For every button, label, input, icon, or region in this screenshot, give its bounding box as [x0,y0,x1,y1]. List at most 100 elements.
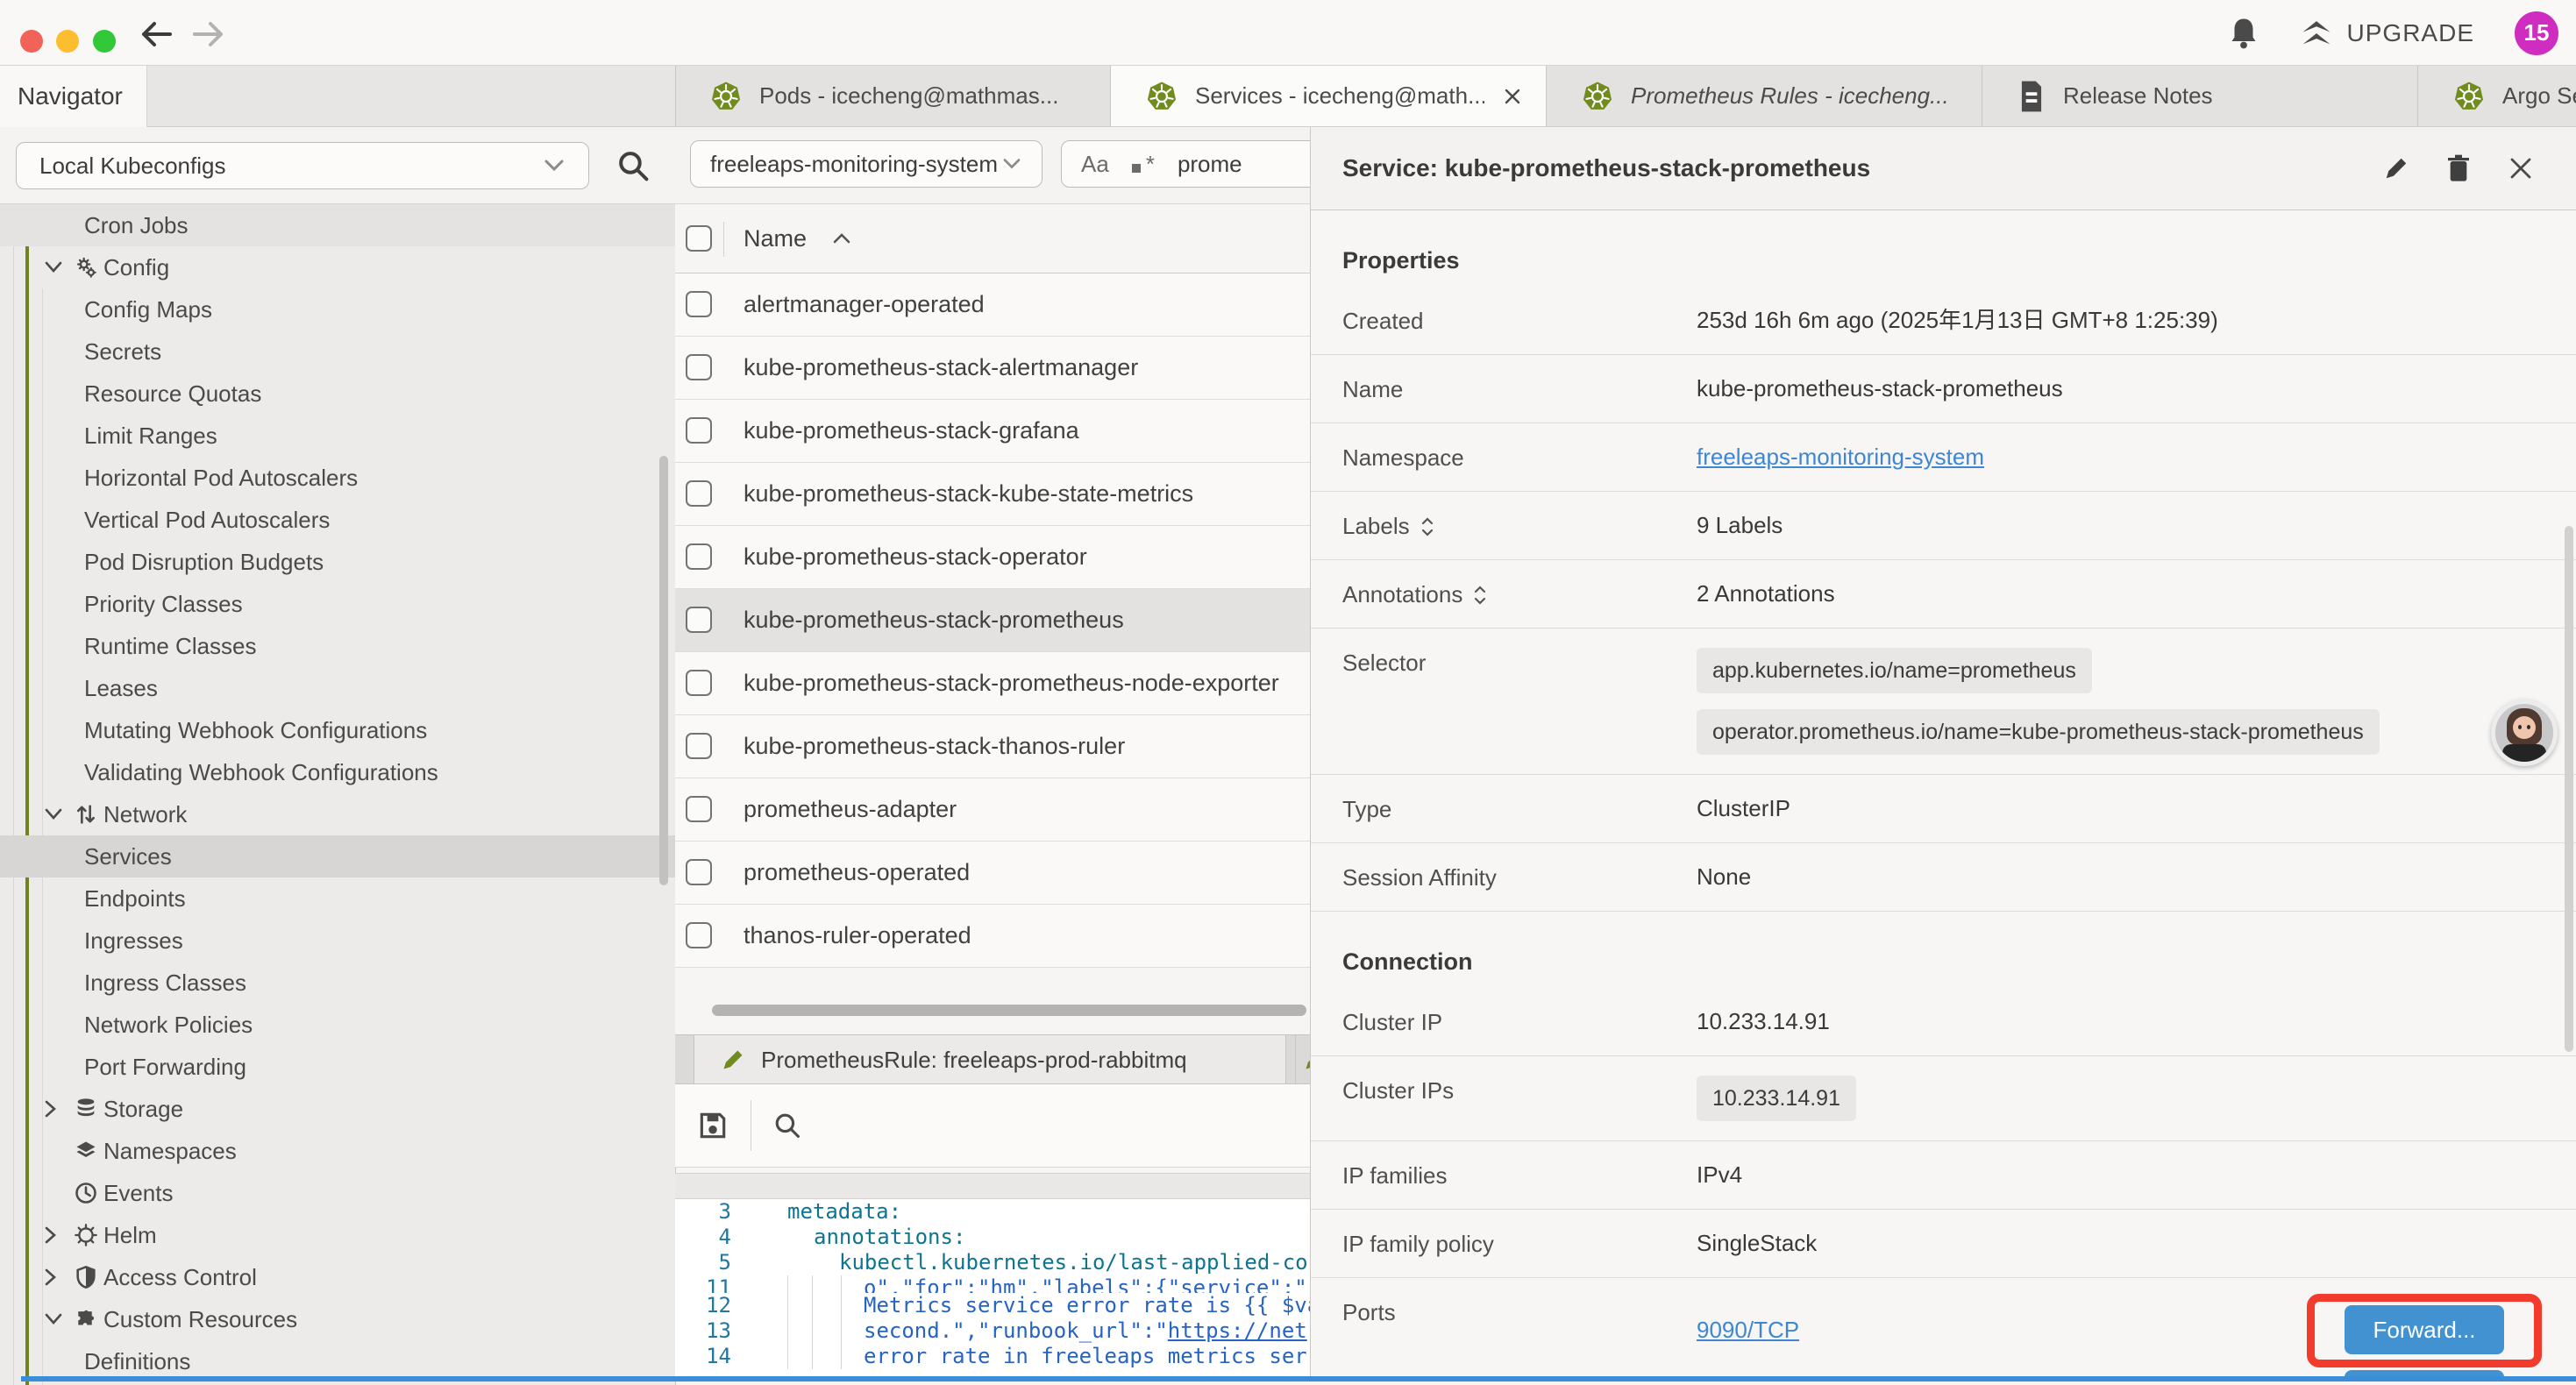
table-row[interactable]: prometheus-operated [675,842,1310,905]
forward-button[interactable]: Forward... [2345,1305,2504,1354]
sidebar-item[interactable]: Endpoints [0,877,675,920]
table-row[interactable]: kube-prometheus-stack-alertmanager [675,337,1310,400]
sidebar-item[interactable]: Storage [0,1088,675,1130]
delete-trash-icon[interactable] [2446,154,2471,182]
notification-count-badge[interactable]: 15 [2515,11,2558,55]
yaml-editor[interactable]: 3 metadata: 4 annotations: 5 kubectl.kub… [675,1199,1310,1378]
namespace-link[interactable]: freeleaps-monitoring-system [1697,444,1984,470]
save-icon[interactable] [696,1109,729,1142]
regex-toggle[interactable]: * [1132,151,1155,178]
cluster-tab[interactable]: Prometheus Rules - icecheng... [1547,66,1982,126]
user-avatar[interactable] [2491,700,2558,766]
upgrade-button[interactable]: UPGRADE [2300,18,2474,48]
editor-tab-partial[interactable] [1295,1035,1310,1084]
expand-collapse-icon[interactable] [1473,584,1487,607]
chevron-right-icon[interactable] [44,1225,74,1245]
sidebar-item[interactable]: Cron Jobs [0,204,675,246]
row-checkbox[interactable] [686,607,712,633]
table-row[interactable]: kube-prometheus-stack-prometheus [675,589,1310,652]
code-link[interactable]: https://net [1168,1318,1307,1343]
navigator-search-icon[interactable] [616,148,651,183]
table-row[interactable]: kube-prometheus-stack-operator [675,526,1310,589]
expand-collapse-icon[interactable] [1420,515,1434,538]
sidebar-item[interactable]: Custom Resources [0,1298,675,1340]
name-column-header[interactable]: Name [744,225,807,252]
row-checkbox[interactable] [686,291,712,317]
window-minimize-button[interactable] [56,30,79,53]
sidebar-item[interactable]: Network Policies [0,1004,675,1046]
back-button[interactable] [139,21,174,47]
row-checkbox[interactable] [686,859,712,885]
editor-tab[interactable]: PrometheusRule: freeleaps-prod-rabbitmq [694,1035,1286,1084]
table-row[interactable]: kube-prometheus-stack-thanos-ruler [675,715,1310,778]
sidebar-item[interactable]: Runtime Classes [0,625,675,667]
sidebar-item[interactable]: Config Maps [0,288,675,330]
select-all-checkbox[interactable] [686,225,712,252]
chevron-right-icon[interactable] [44,1268,74,1287]
sidebar-item[interactable]: Events [0,1172,675,1214]
sidebar-item[interactable]: Services [0,835,675,877]
sidebar-item[interactable]: Validating Webhook Configurations [0,751,675,793]
sidebar-item[interactable]: Ingress Classes [0,962,675,1004]
table-row[interactable]: kube-prometheus-stack-kube-state-metrics [675,463,1310,526]
chevron-down-icon[interactable] [44,807,74,821]
storage-database-icon [74,1097,103,1121]
row-checkbox[interactable] [686,670,712,696]
editor-collapsed-bar[interactable] [675,1173,1310,1199]
sidebar-item[interactable]: Leases [0,667,675,709]
row-checkbox[interactable] [686,796,712,822]
row-checkbox[interactable] [686,417,712,444]
kubeconfig-select[interactable]: Local Kubeconfigs [16,142,589,189]
sidebar-item[interactable]: Config [0,246,675,288]
sidebar-item[interactable]: Port Forwarding [0,1046,675,1088]
close-tab-icon[interactable] [1502,86,1523,107]
row-checkbox[interactable] [686,354,712,380]
sidebar-item-label: Leases [84,675,158,702]
table-row[interactable]: prometheus-adapter [675,778,1310,842]
table-row[interactable]: kube-prometheus-stack-prometheus-node-ex… [675,652,1310,715]
sidebar-item[interactable]: Priority Classes [0,583,675,625]
navigator-tab[interactable]: Navigator [0,66,147,127]
chevron-down-icon[interactable] [44,260,74,274]
namespace-select[interactable]: freeleaps-monitoring-system [690,140,1042,188]
sidebar-scrollbar[interactable] [659,456,668,885]
edit-pencil-icon[interactable] [2383,155,2409,181]
sidebar-item[interactable]: Limit Ranges [0,415,675,457]
editor-search-icon[interactable] [772,1111,802,1140]
chevron-down-icon[interactable] [44,1312,74,1326]
sidebar-item[interactable]: Mutating Webhook Configurations [0,709,675,751]
sidebar-item[interactable]: Pod Disruption Budgets [0,541,675,583]
sidebar-item[interactable]: Resource Quotas [0,373,675,415]
table-row[interactable]: alertmanager-operated [675,273,1310,337]
horizontal-scrollbar[interactable] [712,1005,1306,1016]
port-link[interactable]: 9090/TCP [1697,1316,1799,1344]
cluster-tab[interactable]: Release Notes [1982,66,2418,126]
drawer-scrollbar[interactable] [2565,526,2573,1052]
notifications-bell-icon[interactable] [2228,16,2259,51]
row-checkbox[interactable] [686,480,712,507]
row-checkbox[interactable] [686,733,712,759]
table-row[interactable]: kube-prometheus-stack-grafana [675,400,1310,463]
row-checkbox[interactable] [686,543,712,570]
window-close-button[interactable] [20,30,43,53]
cluster-tab[interactable]: Argo Se [2418,66,2576,126]
forward-button[interactable] [191,21,226,47]
close-drawer-icon[interactable] [2508,155,2534,181]
match-case-toggle[interactable]: Aa [1081,151,1109,178]
sidebar-item[interactable]: Namespaces [0,1130,675,1172]
sidebar-item[interactable]: Horizontal Pod Autoscalers [0,457,675,499]
sidebar-item[interactable]: Vertical Pod Autoscalers [0,499,675,541]
table-row[interactable]: thanos-ruler-operated [675,905,1310,968]
sidebar-item[interactable]: Network [0,793,675,835]
sidebar-item[interactable]: Ingresses [0,920,675,962]
sidebar-item[interactable]: Helm [0,1214,675,1256]
filter-search-input[interactable]: Aa * prome [1061,140,1310,188]
window-zoom-button[interactable] [93,30,116,53]
sort-ascending-icon[interactable] [831,231,852,245]
chevron-right-icon[interactable] [44,1099,74,1119]
row-checkbox[interactable] [686,922,712,948]
sidebar-item[interactable]: Access Control [0,1256,675,1298]
cluster-tab[interactable]: Services - icecheng@math... [1111,66,1547,126]
cluster-tab[interactable]: Pods - icecheng@mathmas... [675,66,1111,126]
sidebar-item[interactable]: Secrets [0,330,675,373]
